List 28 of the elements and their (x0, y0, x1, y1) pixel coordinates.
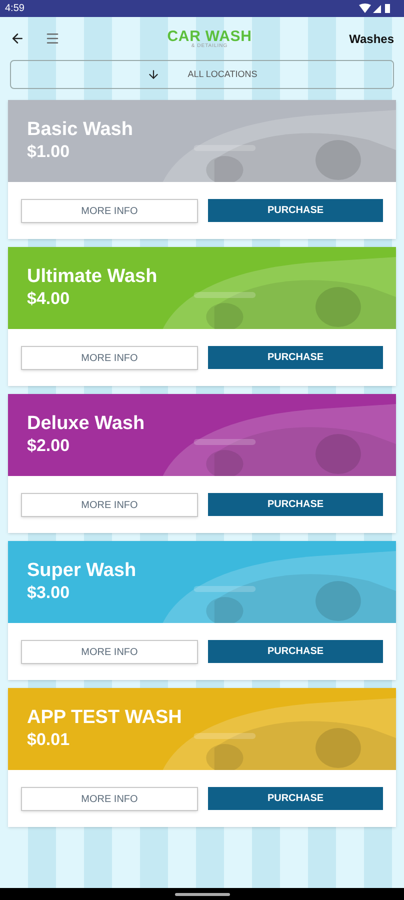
back-icon[interactable] (10, 31, 25, 46)
location-dropdown[interactable]: ALL LOCATIONS (10, 60, 394, 89)
purchase-button[interactable]: PURCHASE (208, 787, 383, 810)
wash-price: $3.00 (27, 582, 71, 603)
wash-price: $4.00 (27, 288, 71, 309)
wash-price: $0.01 (27, 729, 71, 750)
purchase-button[interactable]: PURCHASE (208, 199, 383, 222)
more-info-button[interactable]: MORE INFO (21, 346, 198, 370)
more-info-button[interactable]: MORE INFO (21, 640, 198, 664)
menu-icon[interactable] (45, 31, 60, 46)
purchase-button[interactable]: PURCHASE (208, 346, 383, 369)
wash-name: Basic Wash (27, 118, 134, 141)
home-handle[interactable] (174, 892, 230, 896)
wash-name: Deluxe Wash (27, 412, 146, 435)
wash-name: APP TEST WASH (27, 706, 183, 729)
wash-name: Ultimate Wash (27, 265, 158, 288)
status-time: 4:59 (5, 2, 24, 16)
wash-price: $2.00 (27, 435, 71, 456)
arrow-down-icon (146, 68, 160, 81)
page-title: Washes (349, 30, 394, 48)
purchase-button[interactable]: PURCHASE (208, 493, 383, 516)
purchase-button[interactable]: PURCHASE (208, 640, 383, 663)
logo-title: CAR WASH (167, 28, 252, 44)
wash-price: $1.00 (27, 141, 71, 162)
more-info-button[interactable]: MORE INFO (21, 493, 198, 517)
wash-name: Super Wash (27, 559, 138, 582)
more-info-button[interactable]: MORE INFO (21, 787, 198, 811)
more-info-button[interactable]: MORE INFO (21, 199, 198, 223)
